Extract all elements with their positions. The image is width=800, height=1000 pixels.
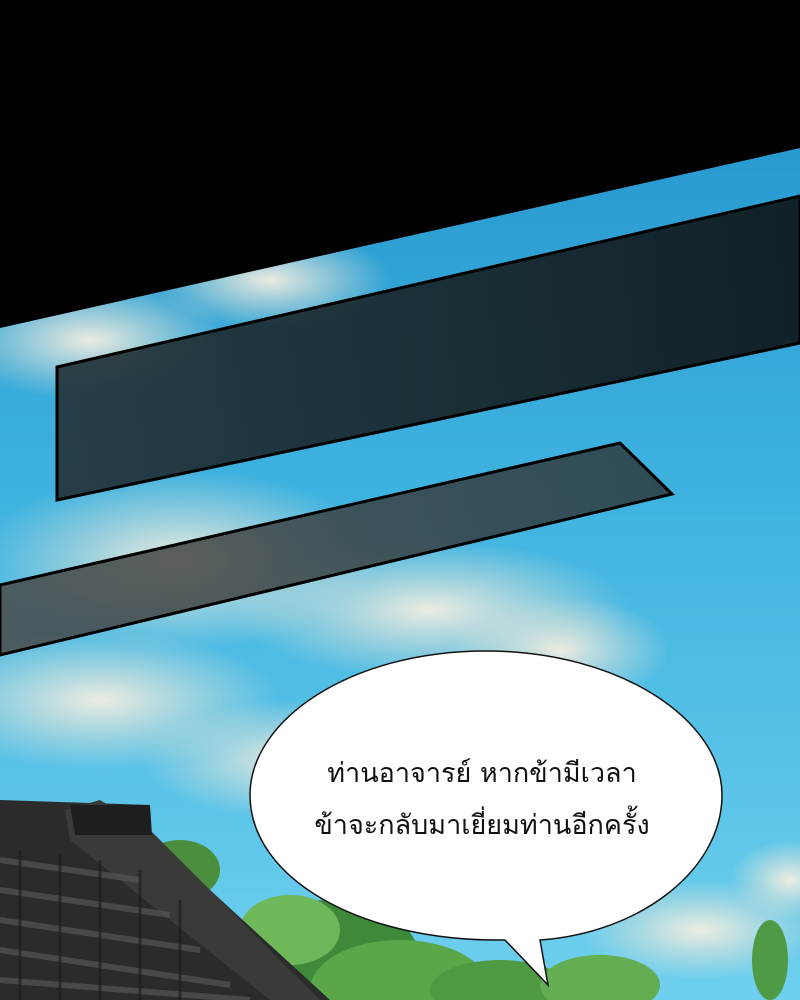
speech-line-1: ท่านอาจารย์ หากข้ามีเวลา — [327, 758, 637, 789]
speech-bubble-text: ท่านอาจารย์ หากข้ามีเวลา ข้าจะกลับมาเยี่… — [262, 748, 702, 852]
speech-line-2: ข้าจะกลับมาเยี่ยมท่านอีกครั้ง — [314, 810, 650, 841]
